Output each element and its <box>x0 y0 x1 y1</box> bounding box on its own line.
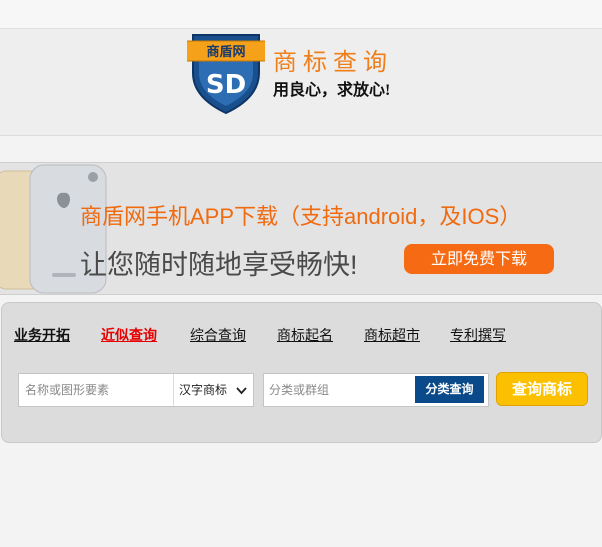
logo-slogan: 用良心，求放心! <box>273 82 391 99</box>
trademark-type-value: 汉字商标 <box>179 383 228 397</box>
logo-title: 商标查询 <box>273 49 393 76</box>
tab-comprehensive-query[interactable]: 综合查询 <box>190 325 246 345</box>
class-query-button[interactable]: 分类查询 <box>415 376 484 403</box>
banner-subline: 让您随时随地享受畅快! <box>80 250 358 280</box>
top-strip <box>0 0 602 29</box>
free-download-button[interactable]: 立即免费下载 <box>404 244 554 274</box>
keyword-search-box: 汉字商标 <box>18 373 254 407</box>
svg-text:SD: SD <box>206 70 246 100</box>
trademark-type-select[interactable]: 汉字商标 <box>173 374 253 406</box>
search-panel: 业务开拓 近似查询 综合查询 商标起名 商标超市 专利撰写 汉字商标 分类查询 … <box>1 302 602 443</box>
tab-similar-query[interactable]: 近似查询 <box>101 325 157 345</box>
keyword-input[interactable] <box>19 374 169 406</box>
query-trademark-button[interactable]: 查询商标 <box>496 372 588 406</box>
tab-patent-writing[interactable]: 专利撰写 <box>450 325 506 345</box>
tab-business[interactable]: 业务开拓 <box>14 325 70 345</box>
class-input[interactable] <box>264 374 414 406</box>
svg-text:商盾网: 商盾网 <box>206 44 245 60</box>
tab-trademark-market[interactable]: 商标超市 <box>364 325 420 345</box>
shield-logo-icon: 商盾网 SD <box>187 34 265 115</box>
chevron-down-icon <box>236 387 247 395</box>
site-header: 商盾网 SD 商标查询 用良心，求放心! <box>0 29 602 136</box>
app-download-banner[interactable]: 商盾网手机APP下载（支持android，及IOS） 让您随时随地享受畅快! 立… <box>0 162 602 295</box>
tab-trademark-naming[interactable]: 商标起名 <box>277 325 333 345</box>
class-search-box: 分类查询 <box>263 373 489 407</box>
banner-headline: 商盾网手机APP下载（支持android，及IOS） <box>80 204 522 229</box>
